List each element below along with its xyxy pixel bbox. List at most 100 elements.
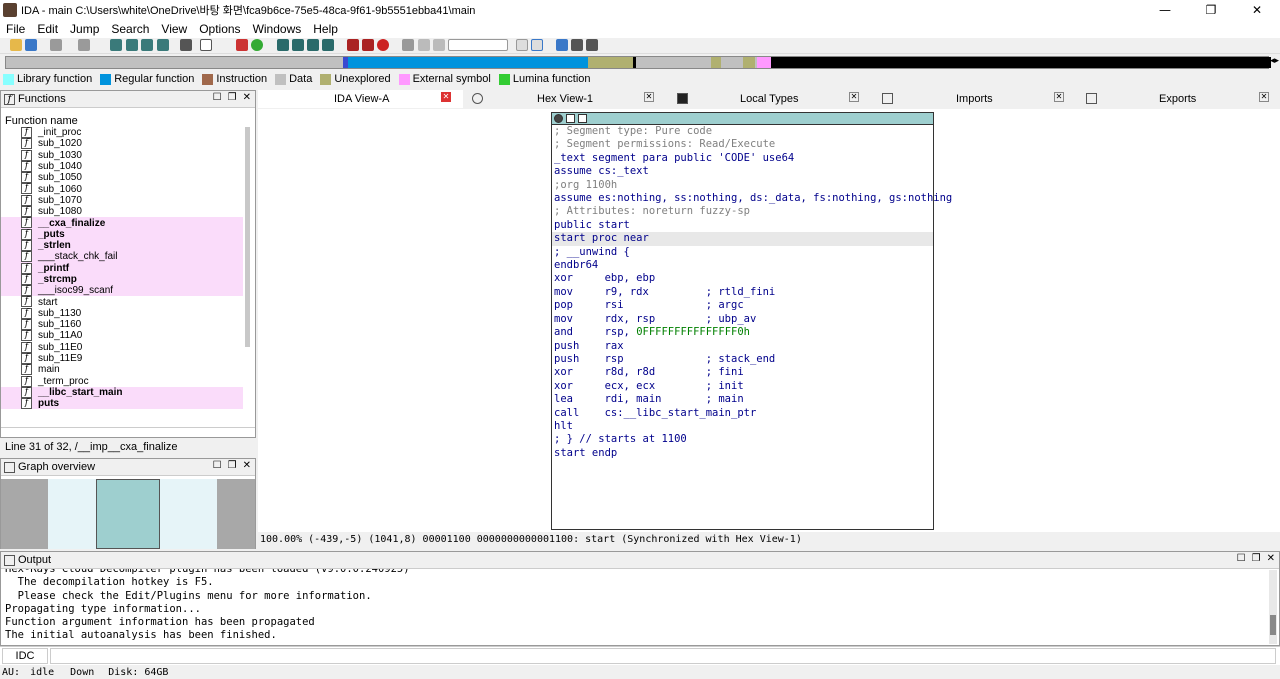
disasm-line[interactable]: hlt: [552, 420, 933, 433]
copy-view-icon[interactable]: [516, 39, 528, 51]
function-list-item[interactable]: f main: [1, 364, 243, 375]
menu-options[interactable]: Options: [193, 22, 246, 36]
disasm-line[interactable]: push rsp ; stack_end: [552, 353, 933, 366]
minimize-button[interactable]: —: [1142, 0, 1188, 20]
menu-jump[interactable]: Jump: [64, 22, 105, 36]
pane-float-button[interactable]: ☐: [213, 92, 222, 103]
function-list-item[interactable]: f sub_1030: [1, 149, 243, 161]
function-list-item[interactable]: f sub_1050: [1, 172, 243, 183]
function-list-item[interactable]: f start: [1, 296, 243, 308]
graph-view-icon[interactable]: [556, 39, 568, 51]
node-color-icon[interactable]: [554, 114, 563, 123]
pane-close-button[interactable]: ✕: [243, 460, 251, 471]
maximize-button[interactable]: ❐: [1188, 0, 1234, 20]
function-list-item[interactable]: f _strlen: [1, 239, 243, 252]
function-list-item[interactable]: f sub_1060: [1, 183, 243, 195]
disasm-line[interactable]: assume es:nothing, ss:nothing, ds:_data,…: [552, 192, 952, 205]
function-list-item[interactable]: f _printf: [1, 262, 243, 274]
tab-imports[interactable]: Imports: [956, 93, 993, 105]
disassembly-listing[interactable]: ; Segment type: Pure code; Segment permi…: [552, 125, 952, 460]
disasm-line[interactable]: xor ebp, ebp: [552, 272, 933, 285]
jump-address-icon[interactable]: [141, 39, 153, 51]
function-list-item[interactable]: f _puts: [1, 228, 243, 240]
disasm-line[interactable]: public start: [552, 219, 933, 232]
function-list-item[interactable]: f sub_1130: [1, 307, 243, 319]
menu-view[interactable]: View: [155, 22, 193, 36]
menu-edit[interactable]: Edit: [31, 22, 64, 36]
disasm-line[interactable]: ; } // starts at 1100: [552, 433, 933, 446]
disasm-line[interactable]: lea rdi, main ; main: [552, 393, 933, 406]
function-list-item[interactable]: f __libc_start_main: [1, 386, 243, 399]
tab-local-types[interactable]: Local Types: [740, 93, 799, 105]
disasm-line[interactable]: _text segment para public 'CODE' use64: [552, 152, 933, 165]
function-list-scrollbar[interactable]: [245, 127, 250, 347]
jump-name-icon[interactable]: [157, 39, 169, 51]
pane-restore-button[interactable]: ❐: [228, 460, 237, 471]
disasm-line[interactable]: ; Attributes: noreturn fuzzy-sp: [552, 205, 933, 218]
stop-icon[interactable]: [236, 39, 248, 51]
disasm-line[interactable]: and rsp, 0FFFFFFFFFFFFFFF0h: [552, 326, 933, 339]
disasm-line[interactable]: ; Segment permissions: Read/Execute: [552, 138, 933, 151]
function-list-item[interactable]: f sub_1080: [1, 206, 243, 217]
proximity-view-icon[interactable]: [586, 39, 598, 51]
function-list-item[interactable]: f sub_1020: [1, 138, 243, 149]
run-analysis-icon[interactable]: [251, 39, 263, 51]
text-mode-icon[interactable]: [200, 39, 212, 51]
disasm-line[interactable]: mov rdx, rsp ; ubp_av: [552, 313, 933, 326]
function-list-item[interactable]: f sub_1040: [1, 160, 243, 172]
function-list[interactable]: f _init_proc f sub_1020 f sub_1030 f sub_1040 f s…: [1, 127, 243, 409]
cut-icon[interactable]: [50, 39, 62, 51]
disasm-line[interactable]: endbr64: [552, 259, 933, 272]
pause-icon[interactable]: [418, 39, 430, 51]
function-list-item[interactable]: f _strcmp: [1, 273, 243, 286]
pane-close-button[interactable]: ✕: [243, 92, 251, 103]
step-icon[interactable]: [433, 39, 445, 51]
function-list-item[interactable]: f sub_1070: [1, 194, 243, 206]
navband-scroll-icon[interactable]: ◂▸: [1270, 56, 1279, 66]
tab-close-icon[interactable]: ✕: [1054, 92, 1064, 102]
disasm-line[interactable]: ; Segment type: Pure code: [552, 125, 933, 138]
graph-node[interactable]: ; Segment type: Pure code; Segment permi…: [551, 112, 952, 530]
jump-forward-icon[interactable]: [126, 39, 138, 51]
struct-icon[interactable]: [322, 39, 334, 51]
save-icon[interactable]: [25, 39, 37, 51]
function-list-item[interactable]: f puts: [1, 398, 243, 409]
function-list-item[interactable]: f sub_11E9: [1, 352, 243, 364]
function-list-item[interactable]: f _term_proc: [1, 375, 243, 387]
play-icon[interactable]: [402, 39, 414, 51]
cli-language-button[interactable]: IDC: [2, 648, 48, 664]
node-edit-icon[interactable]: [566, 114, 575, 123]
menu-windows[interactable]: Windows: [247, 22, 308, 36]
navigation-band[interactable]: [5, 56, 1271, 69]
menu-search[interactable]: Search: [105, 22, 155, 36]
string-icon[interactable]: [307, 39, 319, 51]
function-list-item[interactable]: f ___isoc99_scanf: [1, 285, 243, 297]
jump-back-icon[interactable]: [110, 39, 122, 51]
disasm-line[interactable]: pop rsi ; argc: [552, 299, 933, 312]
disasm-line[interactable]: push rax: [552, 340, 933, 353]
sync-icon[interactable]: [531, 39, 543, 51]
breakpoint-icon[interactable]: [347, 39, 359, 51]
node-collapse-icon[interactable]: [578, 114, 587, 123]
output-log[interactable]: Hex-Rays Cloud Decompiler plugin has bee…: [5, 569, 410, 643]
copy-icon[interactable]: [78, 39, 90, 51]
disasm-line[interactable]: mov r9, rdx ; rtld_fini: [552, 286, 933, 299]
pane-restore-button[interactable]: ❐: [1252, 553, 1261, 564]
function-list-item[interactable]: f sub_11E0: [1, 341, 243, 353]
pane-restore-button[interactable]: ❐: [228, 92, 237, 103]
code-icon[interactable]: [277, 39, 289, 51]
function-list-item[interactable]: f sub_1160: [1, 319, 243, 330]
debugger-icon[interactable]: [362, 39, 374, 51]
tab-close-icon[interactable]: ✕: [1259, 92, 1269, 102]
data-icon[interactable]: [292, 39, 304, 51]
function-name-column-header[interactable]: Function name: [5, 115, 78, 127]
list-view-icon[interactable]: [571, 39, 583, 51]
pane-float-button[interactable]: ☐: [213, 460, 222, 471]
menu-help[interactable]: Help: [307, 22, 344, 36]
close-button[interactable]: ✕: [1234, 0, 1280, 20]
tab-close-icon[interactable]: ✕: [849, 92, 859, 102]
disasm-line[interactable]: call cs:__libc_start_main_ptr: [552, 407, 933, 420]
disasm-line[interactable]: ; __unwind {: [552, 246, 933, 259]
tab-ida-view-a[interactable]: IDA View-A: [334, 93, 389, 105]
debugger-select[interactable]: [448, 39, 508, 51]
